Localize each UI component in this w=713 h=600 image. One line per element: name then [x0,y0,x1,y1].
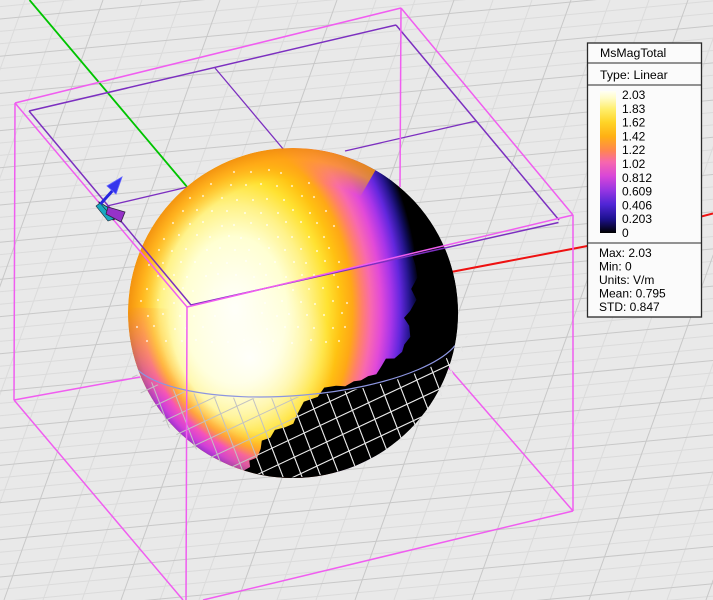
svg-text:1.42: 1.42 [622,129,646,143]
svg-text:1.62: 1.62 [622,116,646,130]
svg-text:Max: 2.03: Max: 2.03 [599,246,652,260]
svg-text:Type: Linear: Type: Linear [600,68,668,82]
svg-text:2.03: 2.03 [622,88,646,102]
svg-text:1.83: 1.83 [622,102,646,116]
svg-text:1.02: 1.02 [622,157,646,171]
svg-text:Mean: 0.795: Mean: 0.795 [599,287,666,301]
svg-text:0.609: 0.609 [622,185,652,199]
svg-text:0.812: 0.812 [622,171,652,185]
svg-text:STD: 0.847: STD: 0.847 [599,300,660,314]
svg-text:MsMagTotal: MsMagTotal [600,46,666,60]
svg-text:0.203: 0.203 [622,212,652,226]
svg-text:0: 0 [622,226,629,240]
svg-text:0.406: 0.406 [622,198,652,212]
svg-text:1.22: 1.22 [622,143,646,157]
svg-text:Units: V/m: Units: V/m [599,273,654,287]
svg-text:Min: 0: Min: 0 [599,260,632,274]
